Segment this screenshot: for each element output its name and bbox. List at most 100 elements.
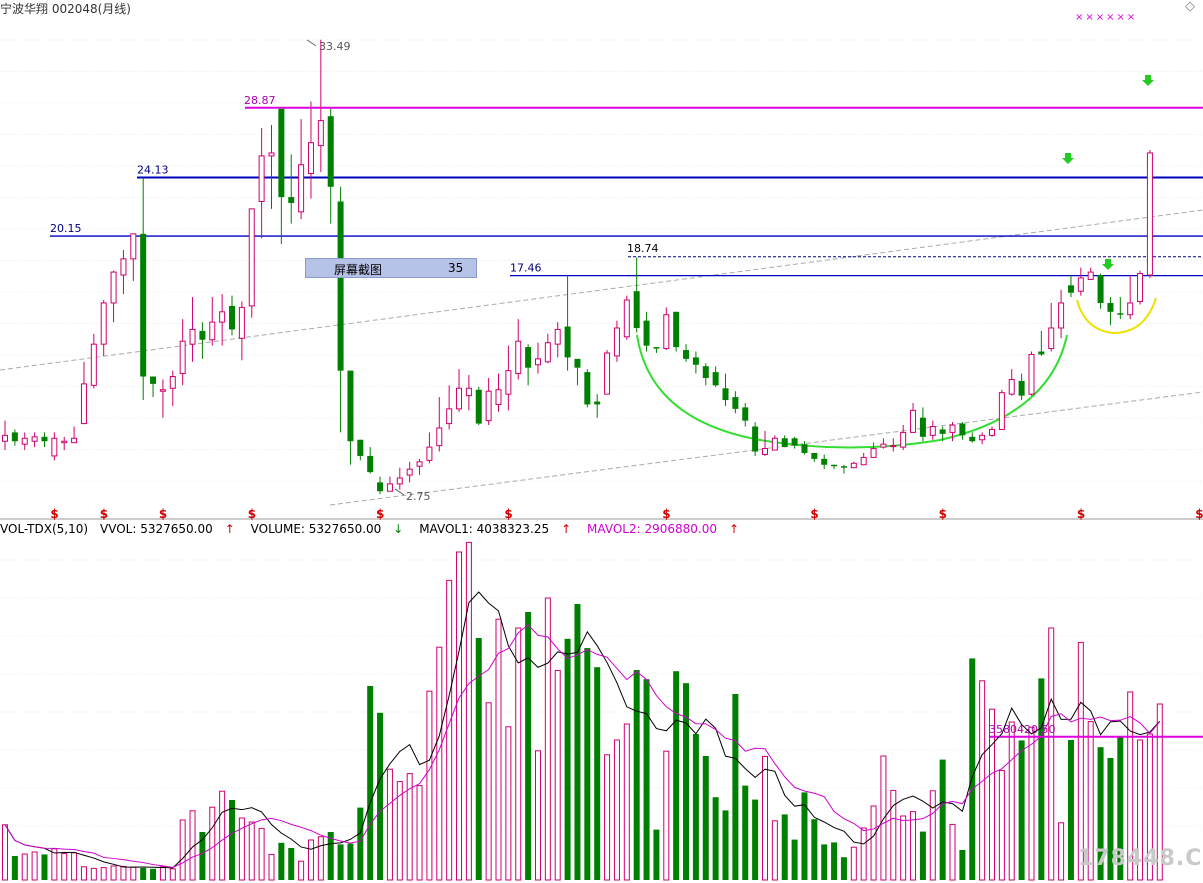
volume-bar-up (465, 541, 472, 881)
volume-bar-down (574, 604, 581, 880)
volume-bar-up (209, 806, 216, 881)
candle-body-down (959, 423, 966, 436)
candle-body-down (840, 466, 847, 468)
candle-body-down (564, 326, 571, 358)
dividend-mark: $ (376, 507, 384, 521)
volume-bar-up (456, 551, 463, 881)
down-arrow-signal (1102, 259, 1114, 270)
volume-bar-up (505, 726, 512, 881)
volume-bar-down (347, 843, 354, 880)
candle-body-up (120, 258, 127, 276)
dividend-mark: $ (504, 507, 512, 521)
candle-body-up (1137, 273, 1144, 303)
volume-bar-down (801, 792, 808, 880)
candle-body-up (465, 387, 472, 397)
volume-bar-up (880, 755, 887, 881)
candle-body-down (653, 347, 660, 349)
volume-bar-up (80, 866, 87, 881)
volume-bar-up (663, 750, 670, 881)
volume-bar-up (900, 815, 907, 881)
volume-bar-up (100, 867, 107, 881)
volume-bar-up (21, 853, 28, 881)
volume-bar-up (1077, 641, 1084, 881)
volume-bar-up (2, 824, 8, 881)
candle-body-down (712, 372, 719, 386)
candle-body-up (179, 340, 186, 375)
volume-bar-up (130, 866, 137, 881)
handle-curve (1076, 297, 1157, 335)
candle-body-up (396, 477, 403, 485)
candle-body-up (238, 306, 245, 339)
candle-body-down (199, 330, 206, 340)
candle-body-up (406, 468, 413, 476)
volume-bar-up (613, 739, 620, 881)
candle-body-down (1038, 351, 1045, 355)
candle-body-down (742, 407, 749, 421)
volume-bar-down (288, 848, 295, 880)
volume-bar-up (1048, 627, 1055, 881)
candle-body-down (278, 108, 285, 198)
volume-bar-down (702, 756, 709, 880)
candle-body-up (485, 390, 492, 422)
mavol1-up-arrow: ↑ (561, 522, 572, 536)
volume-bar-down (683, 683, 690, 880)
candle-body-down (150, 376, 157, 384)
candle-body-down (821, 458, 828, 465)
candle-body-up (219, 311, 226, 323)
site-watermark: 178448.COM (1078, 846, 1203, 871)
diamond-icon[interactable]: ◇ (1185, 0, 1195, 14)
volume-bar-up (515, 627, 522, 881)
candle-body-down (337, 201, 344, 371)
candle-body-up (159, 389, 166, 392)
volume-bar-down (11, 856, 18, 880)
volume-ma-lines (4, 591, 1161, 869)
candle-body-up (31, 436, 38, 442)
dividend-mark: $ (159, 507, 167, 521)
low-pointer (394, 488, 405, 496)
candle-body-up (61, 440, 68, 444)
volume-bar-up (248, 821, 255, 881)
volume-bar-up (623, 723, 630, 881)
tooltip-value: 35 (448, 261, 464, 275)
volume-bar-down (229, 800, 236, 880)
volume-bar-down (722, 810, 729, 880)
candle-body-up (890, 445, 897, 448)
candle-body-up (900, 431, 907, 448)
candle-body-up (317, 120, 324, 147)
mavol2-up-arrow: ↑ (728, 522, 740, 536)
candle-body-up (416, 461, 423, 467)
volume-bar-up (169, 868, 176, 881)
volume-bar-up (436, 646, 443, 881)
volume-bar-down (150, 868, 157, 880)
candle-body-down (692, 357, 699, 365)
volume-bar-up (870, 805, 877, 881)
volume-bar-up (219, 790, 226, 881)
candle-body-up (850, 462, 857, 469)
candle-body-up (209, 321, 216, 341)
candle-body-up (446, 408, 453, 425)
candle-body-up (80, 383, 87, 425)
candle-body-down (673, 311, 680, 348)
volume-bar-up (485, 702, 492, 881)
candle-body-up (989, 428, 995, 436)
volume-bar-down (337, 844, 344, 880)
candle-body-up (534, 358, 541, 366)
candle-body-up (929, 426, 936, 436)
candle-body-up (268, 152, 275, 157)
volume-bar-down (692, 734, 699, 880)
candle-body-down (1067, 285, 1074, 293)
marker-row: ×××××× (1075, 12, 1138, 23)
candle-body-up (100, 302, 107, 345)
dividend-mark: $ (100, 507, 108, 521)
indicator-name: VOL-TDX(5,10) (0, 522, 89, 536)
candle-body-down (475, 389, 482, 424)
volume-bar-down (653, 829, 660, 880)
volume-bar-up (416, 785, 423, 881)
candle-body-down (919, 417, 926, 437)
candle-body-up (258, 155, 265, 202)
level-label: 18.74 (627, 242, 659, 255)
candle-body-up (456, 387, 463, 410)
volume-bar-down (791, 839, 798, 880)
signal-arrows (1062, 75, 1154, 270)
candle-body-down (594, 401, 601, 405)
